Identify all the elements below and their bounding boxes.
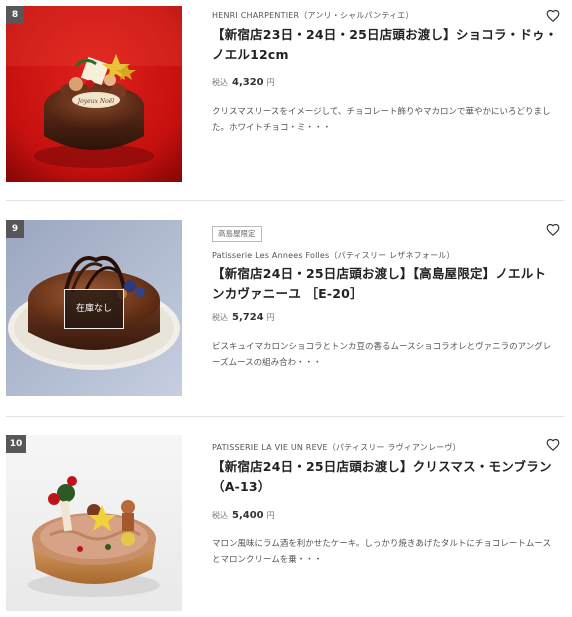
tax-label: 税込 [212,78,228,87]
sold-out-overlay: 在庫なし [64,289,124,329]
product-info: 高島屋限定 Patisserie Les Annees Folles（パティスリ… [212,221,562,371]
cake-photo: Joyeux Noël [6,6,182,182]
tax-label: 税込 [212,313,228,322]
product-info: HENRI CHARPENTIER（アンリ・シャルパンティエ） 【新宿店23日・… [212,10,562,136]
heart-outline-icon[interactable] [546,438,560,452]
product-info: PATISSERIE LA VIE UN REVE（パティスリー ラヴィアンレー… [212,442,562,568]
description-line: マロン風味にラム酒を利かせたケーキ。しっかり焼きあげたタルトにチョコレートムース [212,539,551,549]
product-title-line[interactable]: ンカヴァニーユ ［E-20］ [212,284,562,304]
product-description: ビスキュイマカロンショコラとトンカ豆の香るムースショコラオレとヴァニラのアングレ… [212,339,562,371]
description-line: とマロンクリームを乗・・・ [212,555,323,565]
product-card: 10 PATISSERIE LA VIE UN REVE（パティスリー ラヴィア… [0,417,572,617]
description-line: ーズムースの組み合わ・・・ [212,358,322,368]
product-title-line[interactable]: 【新宿店23日・24日・25日店頭お渡し】ショコラ・ドゥ・ [212,25,562,45]
limited-badge: 高島屋限定 [212,226,262,242]
price-value: 5,400 [232,510,264,521]
product-title-line[interactable]: ノエル12cm [212,45,562,65]
currency-label: 円 [266,511,275,520]
description-line: ビスキュイマカロンショコラとトンカ豆の香るムースショコラオレとヴァニラのアングレ [212,342,552,352]
rank-badge: 9 [6,220,24,238]
product-title[interactable]: 【新宿店24日・25日店頭お渡し】【高島屋限定】ノエルト ンカヴァニーユ ［E-… [212,264,562,304]
tax-label: 税込 [212,511,228,520]
description-line: クリスマスリースをイメージして、チョコレート飾りやマカロンで華やかにいろどりまし [212,107,551,117]
product-image-chocolate-noel[interactable]: Joyeux Noël 8 [6,6,182,182]
currency-label: 円 [266,78,275,87]
currency-label: 円 [266,313,275,322]
brand-name[interactable]: PATISSERIE LA VIE UN REVE（パティスリー ラヴィアンレー… [212,442,562,453]
price-value: 4,320 [232,77,264,88]
brand-name[interactable]: HENRI CHARPENTIER（アンリ・シャルパンティエ） [212,10,562,21]
rank-badge: 8 [6,6,24,24]
heart-outline-icon[interactable] [546,223,560,237]
product-card: 9 在庫なし 高島屋限定 Patisserie Les Annees Folle… [0,201,572,417]
product-title[interactable]: 【新宿店24日・25日店頭お渡し】クリスマス・モンブラン （A-13） [212,457,562,497]
product-image-christmas-montblanc[interactable]: 10 [6,435,182,611]
product-title-line[interactable]: 【新宿店24日・25日店頭お渡し】【高島屋限定】ノエルト [212,264,562,284]
price-row: 税込 5,724 円 [212,312,562,323]
heart-outline-icon[interactable] [546,9,560,23]
brand-name[interactable]: Patisserie Les Annees Folles（パティスリー レザネフ… [212,250,562,261]
product-title-line[interactable]: 【新宿店24日・25日店頭お渡し】クリスマス・モンブラン [212,457,562,477]
cake-photo [6,435,182,611]
price-value: 5,724 [232,312,264,323]
price-row: 税込 5,400 円 [212,510,562,521]
price-row: 税込 4,320 円 [212,77,562,88]
product-description: クリスマスリースをイメージして、チョコレート飾りやマカロンで華やかにいろどりまし… [212,104,562,136]
description-line: た。ホワイトチョコ・ミ・・・ [212,123,332,133]
product-description: マロン風味にラム酒を利かせたケーキ。しっかり焼きあげたタルトにチョコレートムース… [212,536,562,568]
product-title[interactable]: 【新宿店23日・24日・25日店頭お渡し】ショコラ・ドゥ・ ノエル12cm [212,25,562,65]
rank-badge: 10 [6,435,26,453]
product-image-noel-tonka-vanille[interactable]: 9 在庫なし [6,220,182,396]
cake-plaque-text: Joyeux Noël [76,98,115,105]
product-title-line[interactable]: （A-13） [212,477,562,497]
product-card: Joyeux Noël 8 HENRI CHARPENTIER（アンリ・シャルパ… [0,0,572,201]
